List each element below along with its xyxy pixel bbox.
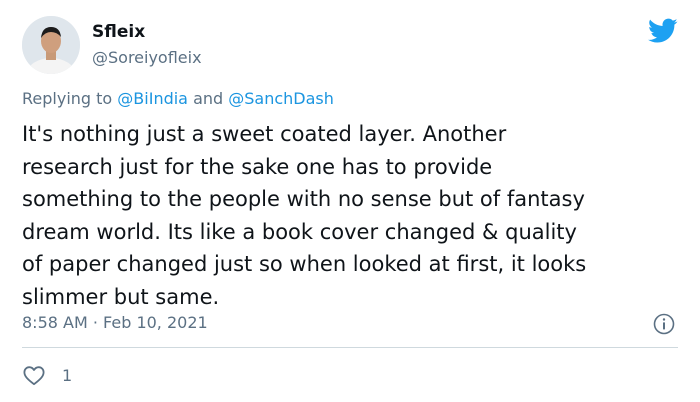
mention-sanchdash[interactable]: @SanchDash	[228, 89, 334, 108]
reply-prefix: Replying to	[22, 89, 118, 108]
tweet-timestamp[interactable]: 8:58 AM · Feb 10, 2021	[22, 313, 208, 332]
divider	[22, 347, 678, 348]
tweet-text: It's nothing just a sweet coated layer. …	[22, 122, 587, 309]
reply-context: Replying to @BiIndia and @SanchDash	[22, 89, 334, 108]
heart-icon[interactable]	[22, 364, 46, 386]
avatar[interactable]	[22, 16, 80, 74]
profile-photo	[22, 16, 80, 74]
display-name[interactable]: Sfleix	[92, 22, 145, 42]
user-handle[interactable]: @Soreiyofleix	[92, 48, 202, 67]
info-icon[interactable]	[652, 312, 676, 336]
twitter-bird-icon[interactable]	[648, 18, 678, 44]
like-count: 1	[62, 365, 73, 385]
mention-biindia[interactable]: @BiIndia	[117, 89, 188, 108]
reply-conjunction: and	[187, 89, 229, 108]
like-action[interactable]: 1	[22, 364, 72, 386]
